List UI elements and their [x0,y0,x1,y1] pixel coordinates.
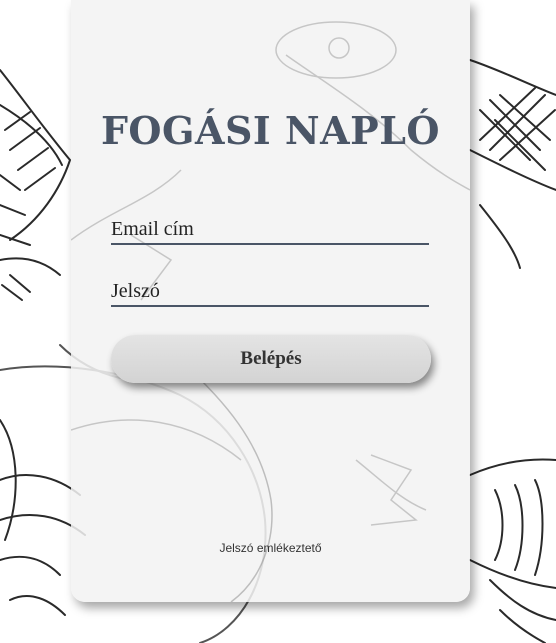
email-field-container [111,215,429,245]
email-field[interactable] [111,215,429,243]
login-button[interactable]: Belépés [111,335,431,383]
forgot-password-link[interactable]: Jelszó emlékeztető [71,541,470,555]
password-field-container [111,277,429,307]
login-page: FOGÁSI NAPLÓ Belépés Jelszó emlékeztető [0,0,556,643]
password-field[interactable] [111,277,429,305]
login-card: FOGÁSI NAPLÓ Belépés Jelszó emlékeztető [71,0,470,602]
page-title: FOGÁSI NAPLÓ [100,108,441,153]
